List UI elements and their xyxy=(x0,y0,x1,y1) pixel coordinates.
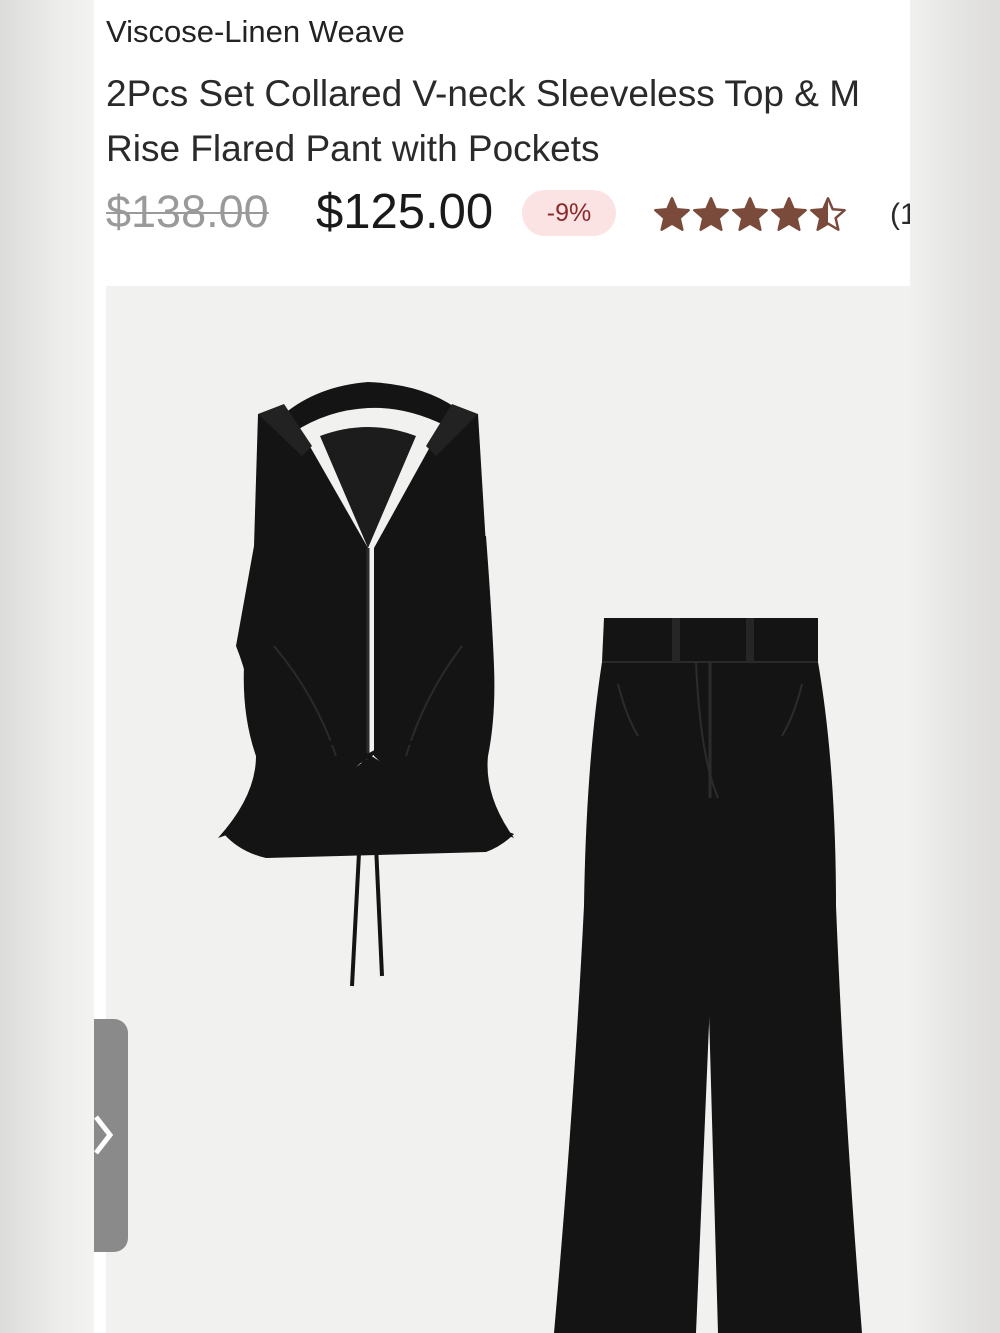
price-row: $138.00 $125.00 -9% (1 xyxy=(106,182,910,246)
product-card: Viscose-Linen Weave 2Pcs Set Collared V-… xyxy=(94,0,910,1333)
product-title[interactable]: 2Pcs Set Collared V-neck Sleeveless Top … xyxy=(106,66,910,176)
sale-price: $125.00 xyxy=(316,185,494,239)
original-price: $138.00 xyxy=(106,186,269,237)
star-icon xyxy=(693,197,729,231)
discount-badge: -9% xyxy=(522,190,616,236)
left-background xyxy=(0,0,94,1333)
product-category: Viscose-Linen Weave xyxy=(106,14,405,49)
right-background xyxy=(910,0,1000,1333)
product-title-line-2: Rise Flared Pant with Pockets xyxy=(106,128,600,169)
star-icon xyxy=(810,197,846,231)
star-icon xyxy=(771,197,807,231)
chevron-right-icon xyxy=(94,1115,114,1155)
product-title-line-1: 2Pcs Set Collared V-neck Sleeveless Top … xyxy=(106,73,861,114)
star-rating[interactable] xyxy=(654,196,846,232)
product-image[interactable] xyxy=(106,286,910,1333)
image-next-tab[interactable] xyxy=(94,1019,128,1252)
flared-pants-image xyxy=(554,618,862,1333)
product-illustration xyxy=(218,382,862,1333)
star-icon xyxy=(654,197,690,231)
star-icon xyxy=(732,197,768,231)
review-count[interactable]: (1 xyxy=(890,198,910,232)
